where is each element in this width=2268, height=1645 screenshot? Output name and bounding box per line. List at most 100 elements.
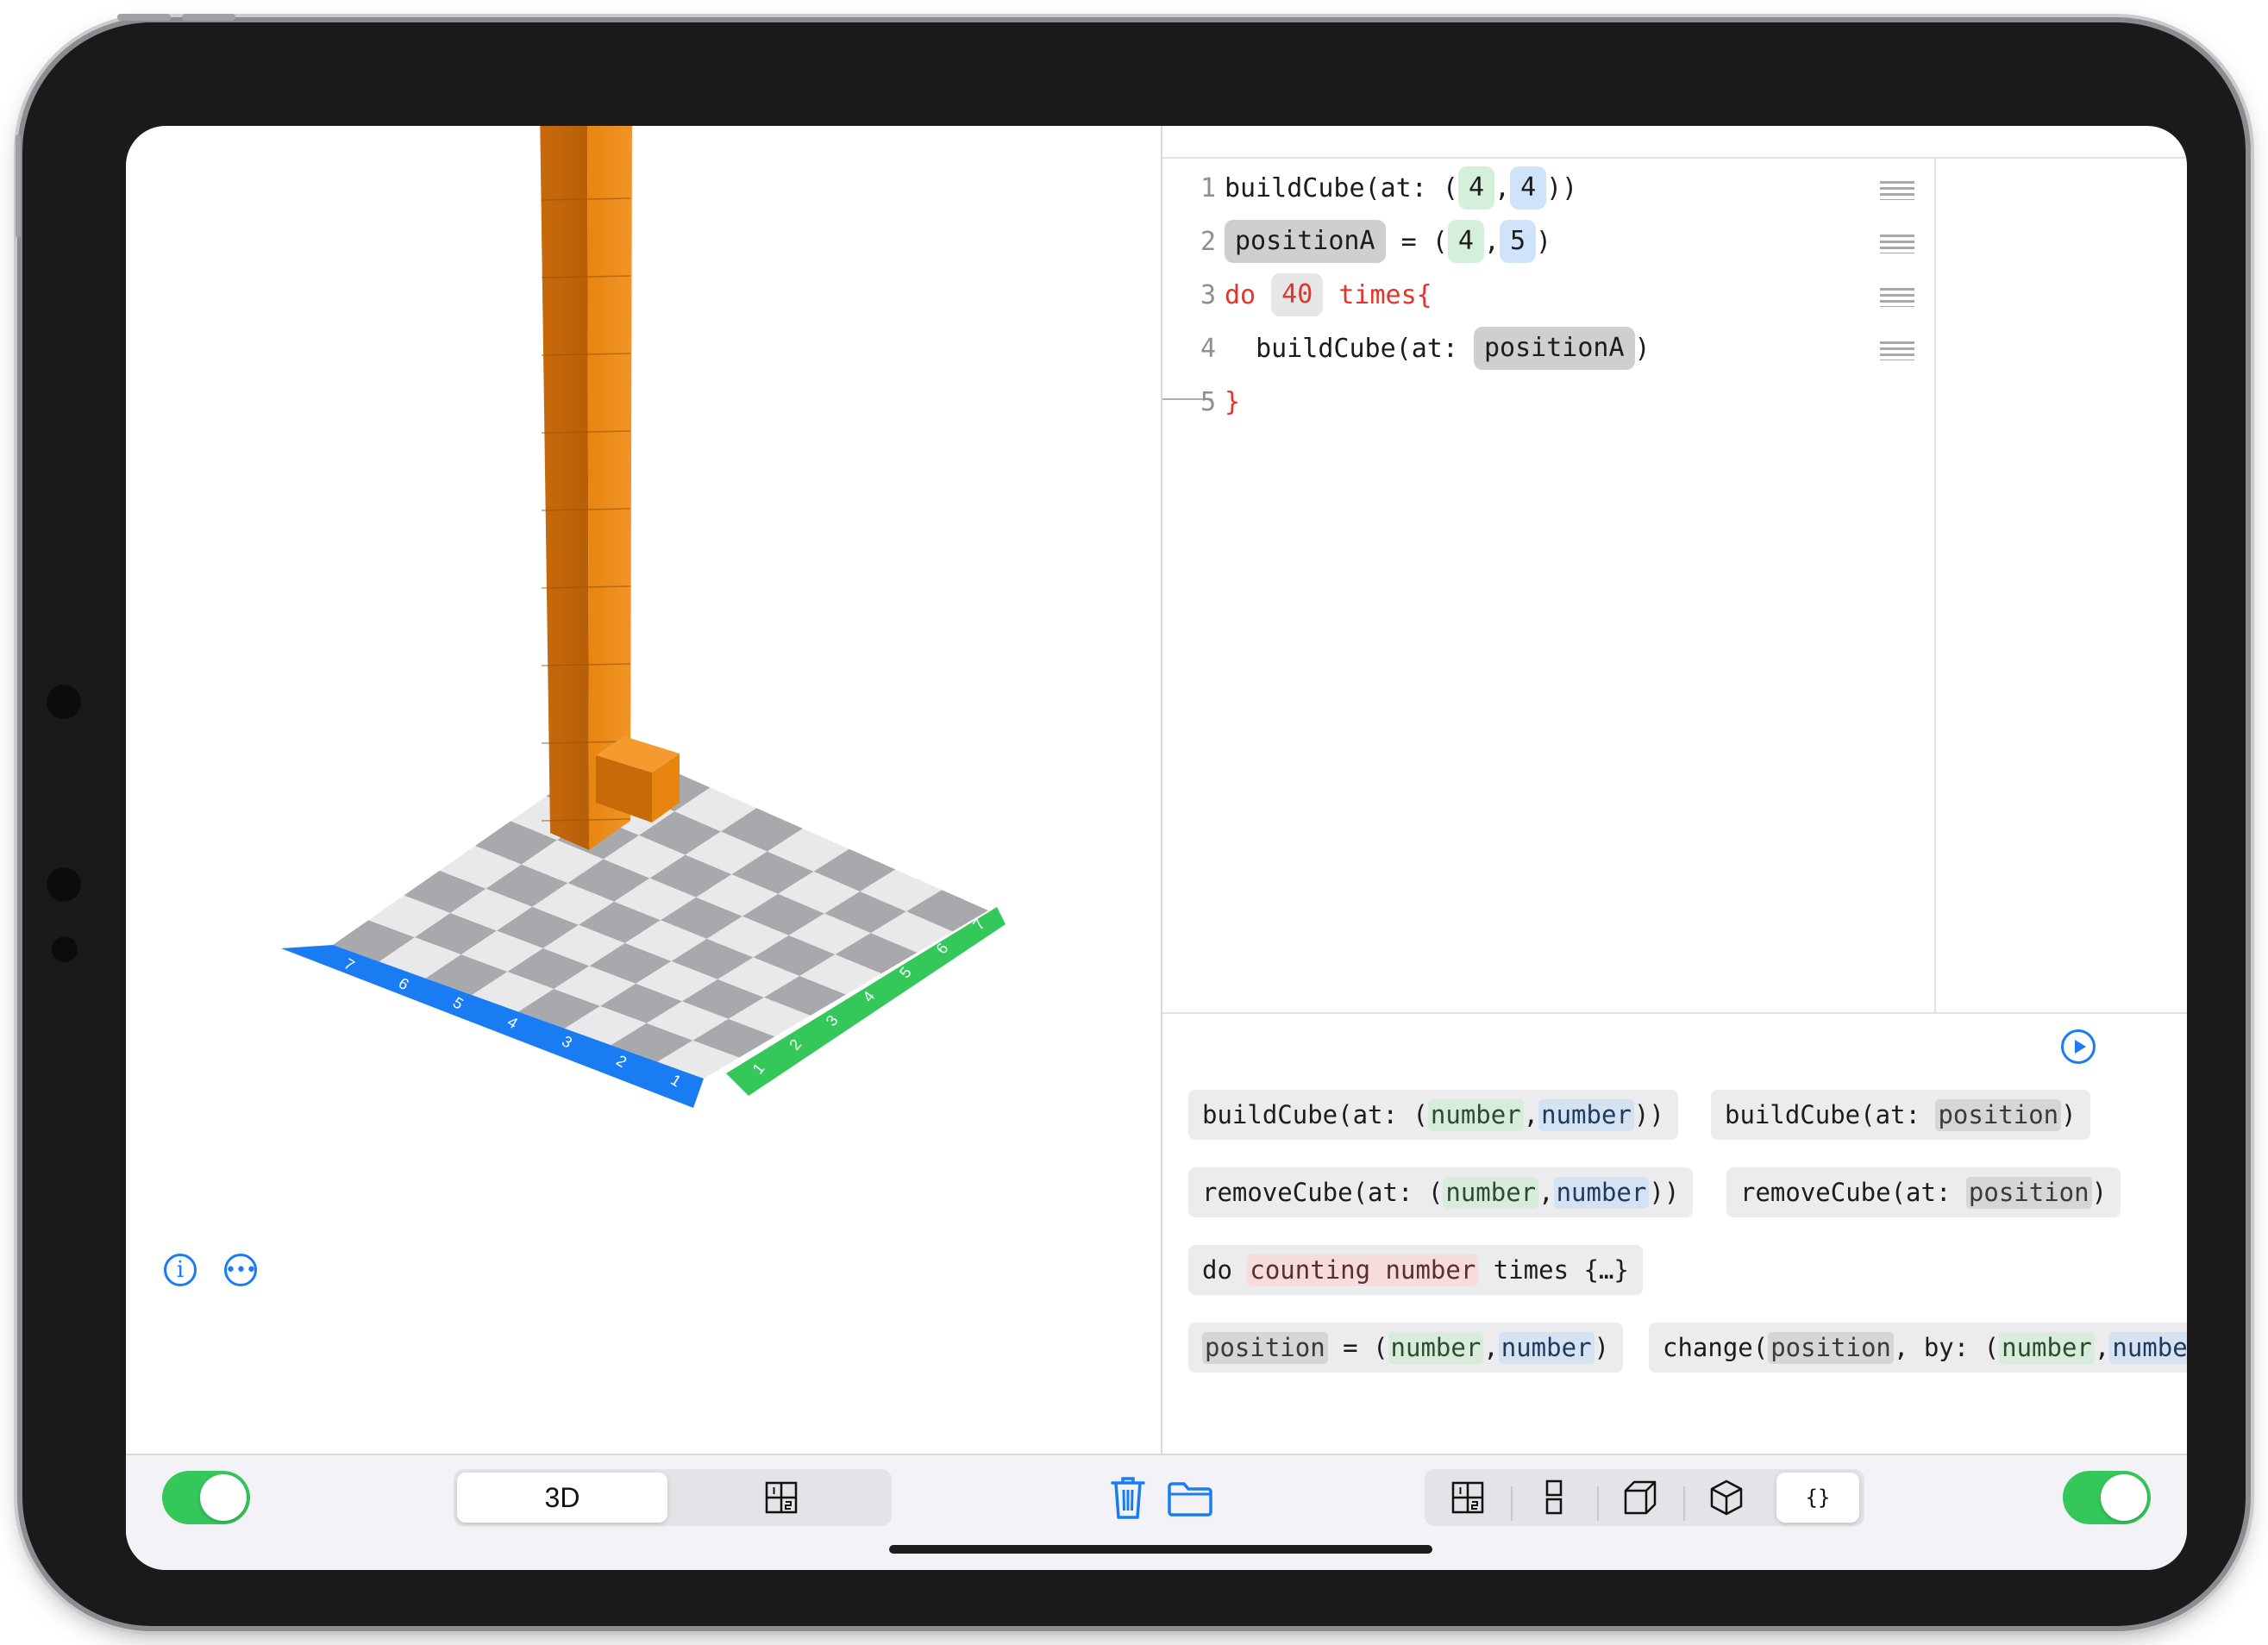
code-comma: ,	[1483, 226, 1500, 257]
segment-3d[interactable]: 3D	[457, 1473, 667, 1523]
camera-dot	[52, 936, 78, 962]
grid-view-icon	[1451, 1481, 1484, 1514]
volume-button	[117, 14, 171, 21]
variable-chip[interactable]: positionA	[1225, 220, 1386, 263]
side-view-icon	[1545, 1479, 1563, 1515]
position-slot: position	[1965, 1176, 2092, 1209]
code-text: )	[1536, 226, 1552, 257]
grid-view-icon	[765, 1481, 798, 1514]
line-number: 2	[1200, 226, 1216, 257]
line-number: 4	[1200, 333, 1216, 364]
line-number: 5	[1200, 386, 1216, 417]
block-text: ))	[1633, 1100, 1664, 1129]
number-slot: number	[1388, 1331, 1484, 1364]
segment-front[interactable]	[1601, 1473, 1680, 1523]
block-text: )	[1594, 1333, 1609, 1362]
y-value-chip[interactable]: 5	[1499, 220, 1536, 263]
block-text: )	[2061, 1100, 2077, 1129]
code-text: = (	[1385, 226, 1448, 257]
screen: 7654321 1234567 i ••• 1 buildCube(at: ( …	[126, 126, 2187, 1570]
code-line-3[interactable]: 3 do 40 times{	[1162, 267, 1921, 322]
block-text: , by: (	[1893, 1333, 2000, 1362]
block-do-times[interactable]: do counting number times {…}	[1188, 1245, 1643, 1295]
block-text: ,	[1483, 1333, 1499, 1362]
folder-icon[interactable]	[1166, 1478, 1214, 1519]
right-toggle[interactable]	[2063, 1471, 2151, 1524]
code-line-5[interactable]: 5 }	[1162, 374, 1921, 429]
cube-view-icon	[1710, 1479, 1743, 1516]
closing-brace: }	[1225, 386, 1241, 417]
camera-view-segmented-control: {}	[1425, 1469, 1864, 1526]
code-line-4[interactable]: 4 buildCube(at: positionA )	[1162, 321, 1921, 376]
block-build-cube-numbers[interactable]: buildCube(at: (number, number))	[1188, 1090, 1678, 1140]
segment-separator	[1683, 1486, 1685, 1521]
position-slot: position	[1202, 1331, 1328, 1364]
number-slot: number	[1538, 1098, 1634, 1131]
trash-icon[interactable]	[1107, 1473, 1149, 1523]
volume-button	[182, 14, 235, 21]
segment-separator	[1597, 1486, 1599, 1521]
x-value-chip[interactable]: 4	[1447, 220, 1484, 263]
segment-grid[interactable]	[674, 1473, 888, 1523]
line-number: 3	[1200, 279, 1216, 310]
block-position-assign[interactable]: position = (number, number)	[1188, 1323, 1623, 1373]
more-options-button[interactable]: •••	[224, 1254, 257, 1286]
code-line-1[interactable]: 1 buildCube(at: ( 4 , 4 ))	[1162, 160, 1921, 216]
x-value-chip[interactable]: 4	[1457, 166, 1494, 210]
segment-side[interactable]	[1514, 1473, 1594, 1523]
number-slot: number	[1553, 1176, 1650, 1209]
block-remove-cube-numbers[interactable]: removeCube(at: (number, number))	[1188, 1167, 1694, 1217]
ipad-frame: 7654321 1234567 i ••• 1 buildCube(at: ( …	[16, 14, 2246, 1626]
block-text: do	[1202, 1255, 1248, 1285]
left-toggle[interactable]	[162, 1471, 250, 1524]
code-text: buildCube(at:	[1225, 333, 1474, 364]
block-build-cube-position[interactable]: buildCube(at: position)	[1711, 1090, 2090, 1140]
variable-chip[interactable]: positionA	[1473, 327, 1635, 370]
segment-top-grid[interactable]	[1428, 1473, 1507, 1523]
scene-canvas[interactable]: 7654321 1234567	[126, 126, 1161, 1454]
code-comma: ,	[1494, 172, 1511, 203]
info-button[interactable]: i	[164, 1254, 197, 1286]
code-line-2[interactable]: 2 positionA = ( 4 , 5 )	[1162, 214, 1921, 269]
segment-separator	[1511, 1486, 1513, 1521]
code-text: ))	[1546, 172, 1578, 203]
home-indicator	[889, 1545, 1432, 1554]
segment-3d-label: 3D	[544, 1481, 580, 1513]
run-button[interactable]	[2061, 1029, 2096, 1064]
tower-front-face	[540, 126, 589, 850]
block-text: ,	[1523, 1100, 1539, 1129]
camera-dot	[47, 685, 81, 719]
count-chip[interactable]: 40	[1271, 273, 1324, 316]
block-text: times {…}	[1478, 1255, 1629, 1285]
editor-column-divider	[1934, 157, 1936, 1014]
position-slot: position	[1935, 1098, 2062, 1131]
code-editor[interactable]: 1 buildCube(at: ( 4 , 4 )) 2 positionA =…	[1162, 126, 2187, 1014]
block-text: ,	[2094, 1333, 2110, 1362]
y-value-chip[interactable]: 4	[1510, 166, 1547, 210]
count-slot: counting number	[1247, 1254, 1479, 1286]
power-button	[16, 134, 21, 238]
block-text: removeCube(at: (	[1202, 1178, 1444, 1207]
segment-iso[interactable]	[1687, 1473, 1766, 1523]
block-remove-cube-position[interactable]: removeCube(at: position)	[1726, 1167, 2121, 1217]
number-slot: numbe	[2109, 1331, 2187, 1364]
toolbar-border	[126, 1454, 2187, 1455]
drag-handle-icon[interactable]	[1880, 235, 1914, 253]
number-slot: number	[1498, 1331, 1594, 1364]
scene-viewport[interactable]: 7654321 1234567 i •••	[126, 126, 1161, 1454]
box-view-icon	[1624, 1480, 1657, 1515]
number-slot: number	[1443, 1176, 1539, 1209]
block-text: change(	[1663, 1333, 1769, 1362]
number-slot: number	[1999, 1331, 2095, 1364]
segment-code[interactable]: {}	[1776, 1473, 1859, 1523]
block-text: buildCube(at:	[1725, 1100, 1936, 1129]
camera-dot	[47, 867, 81, 902]
drag-handle-icon[interactable]	[1880, 341, 1914, 360]
block-change-position[interactable]: change(position, by: (number, numbe	[1649, 1323, 2187, 1373]
keyword-times: times{	[1323, 279, 1432, 310]
drag-handle-icon[interactable]	[1880, 288, 1914, 307]
play-icon	[2074, 1040, 2086, 1054]
block-text: ))	[1649, 1178, 1680, 1207]
block-text: = (	[1327, 1333, 1388, 1362]
drag-handle-icon[interactable]	[1880, 181, 1914, 200]
